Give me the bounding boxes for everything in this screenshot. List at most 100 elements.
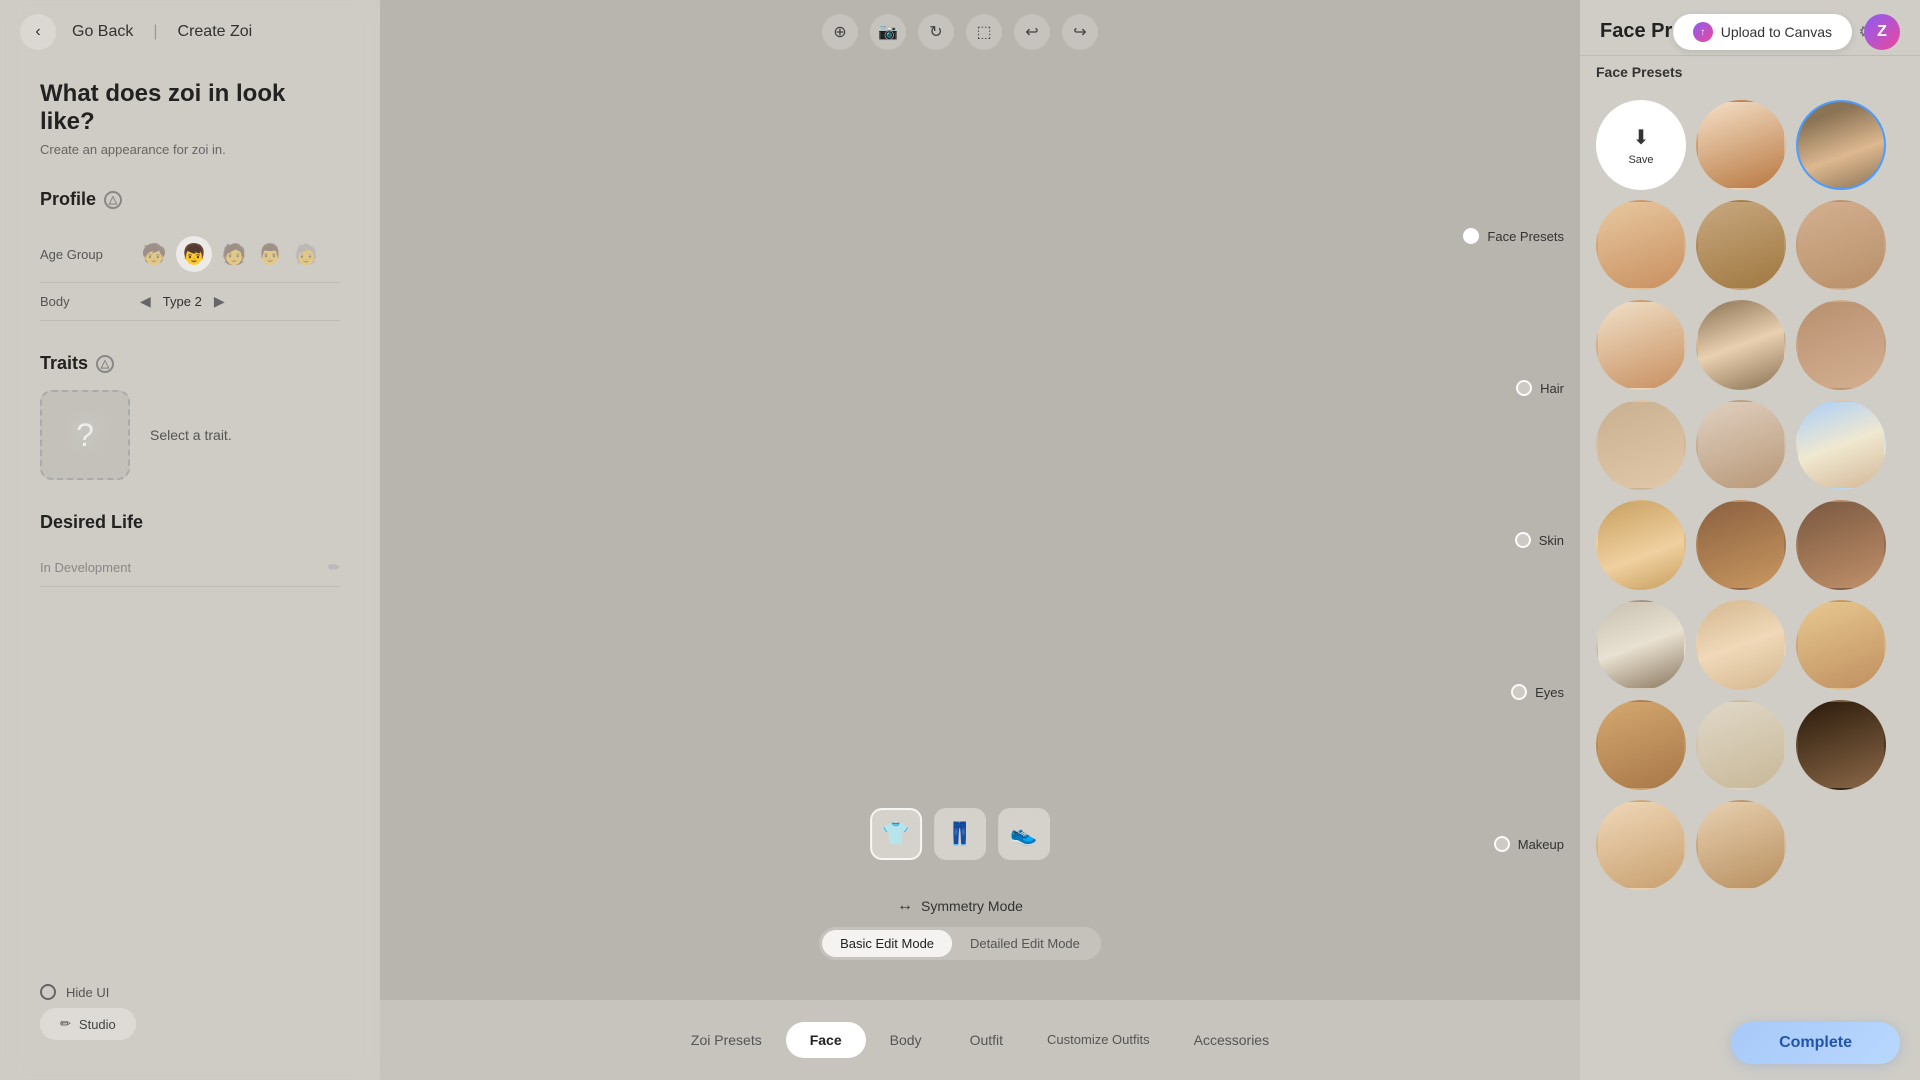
toolbar: ⊕ 📷 ↻ ⬚ ↩ ↪ xyxy=(822,14,1098,50)
body-next-button[interactable]: ▶ xyxy=(214,293,225,310)
presets-row-3 xyxy=(1596,300,1904,390)
preset-item-4[interactable] xyxy=(1696,200,1786,290)
preset-save-button[interactable]: ⬇ Save xyxy=(1596,100,1686,190)
studio-button[interactable]: ✏ Studio xyxy=(40,1008,136,1040)
preset-item-5[interactable] xyxy=(1796,200,1886,290)
hair-label: Hair xyxy=(1540,381,1564,396)
preset-item-2[interactable] xyxy=(1796,100,1886,190)
basic-edit-mode-tab[interactable]: Basic Edit Mode xyxy=(822,930,952,957)
rotate-button[interactable]: ↻ xyxy=(918,14,954,50)
presets-row-4 xyxy=(1596,400,1904,490)
outfit-thumb-shirt[interactable]: 👕 xyxy=(870,808,922,860)
presets-row-1: ⬇ Save xyxy=(1596,100,1904,190)
preset-item-3[interactable] xyxy=(1596,200,1686,290)
symmetry-icon: ↔ xyxy=(897,897,913,915)
eyes-label: Eyes xyxy=(1535,685,1564,700)
mode-controls: ↔ Symmetry Mode Basic Edit Mode Detailed… xyxy=(819,897,1101,960)
detailed-edit-mode-tab[interactable]: Detailed Edit Mode xyxy=(952,930,1098,957)
profile-section-title: Profile △ xyxy=(40,189,340,210)
preset-item-18[interactable] xyxy=(1596,700,1686,790)
preset-item-17[interactable] xyxy=(1796,600,1886,690)
age-figure-2[interactable]: 👦 xyxy=(176,236,212,272)
floating-label-skin[interactable]: Skin xyxy=(1515,532,1564,548)
preset-item-8[interactable] xyxy=(1796,300,1886,390)
floating-label-hair[interactable]: Hair xyxy=(1516,380,1564,396)
traits-section-title: Traits △ xyxy=(40,353,340,374)
save-icon: ⬇ xyxy=(1633,125,1650,150)
skin-dot xyxy=(1515,532,1531,548)
traits-warning-icon: △ xyxy=(96,355,114,373)
age-group-row: Age Group 🧒 👦 🧑 👨 🧓 xyxy=(40,226,340,283)
desired-life-edit-icon[interactable]: ✏ xyxy=(328,559,340,576)
preset-item-14[interactable] xyxy=(1796,500,1886,590)
outfit-thumbnails: 👕 👖 👟 xyxy=(870,808,1050,860)
preset-item-9[interactable] xyxy=(1596,400,1686,490)
header-divider: | xyxy=(153,23,157,41)
body-selector: ◀ Type 2 ▶ xyxy=(140,293,225,310)
traits-section: Traits △ ? Select a trait. xyxy=(40,353,340,480)
desired-life-section: Desired Life In Development ✏ xyxy=(40,512,340,587)
age-figure-5[interactable]: 🧓 xyxy=(292,236,320,272)
preset-item-11[interactable] xyxy=(1796,400,1886,490)
hide-ui-toggle[interactable]: Hide UI xyxy=(40,984,109,1000)
makeup-dot xyxy=(1494,836,1510,852)
frame-button[interactable]: ⬚ xyxy=(966,14,1002,50)
preset-item-13[interactable] xyxy=(1696,500,1786,590)
studio-label: Studio xyxy=(79,1017,116,1032)
preset-item-15[interactable] xyxy=(1596,600,1686,690)
trait-placeholder[interactable]: ? xyxy=(40,390,130,480)
age-figure-1[interactable]: 🧒 xyxy=(140,236,168,272)
complete-button[interactable]: Complete xyxy=(1731,1022,1900,1064)
preset-item-6[interactable] xyxy=(1596,300,1686,390)
tab-body[interactable]: Body xyxy=(866,1022,946,1058)
preset-item-12[interactable] xyxy=(1596,500,1686,590)
back-button[interactable]: ‹ xyxy=(20,14,56,50)
outfit-thumb-shoes[interactable]: 👟 xyxy=(998,808,1050,860)
floating-label-eyes[interactable]: Eyes xyxy=(1511,684,1564,700)
user-avatar[interactable]: Z xyxy=(1864,14,1900,50)
desired-life-value: In Development ✏ xyxy=(40,549,340,587)
preset-item-21[interactable] xyxy=(1596,800,1686,890)
upload-to-canvas-button[interactable]: ↑ Upload to Canvas xyxy=(1673,14,1852,50)
undo-button[interactable]: ↩ xyxy=(1014,14,1050,50)
preset-item-22[interactable] xyxy=(1696,800,1786,890)
save-label: Save xyxy=(1628,154,1653,166)
preset-item-20[interactable] xyxy=(1796,700,1886,790)
preset-item-1[interactable] xyxy=(1696,100,1786,190)
hide-ui-label: Hide UI xyxy=(66,985,109,1000)
presets-row-6 xyxy=(1596,600,1904,690)
preset-item-16[interactable] xyxy=(1696,600,1786,690)
header: ‹ Go Back | Create Zoi ⊕ 📷 ↻ ⬚ ↩ ↪ ↑ Upl… xyxy=(0,0,1920,64)
symmetry-label: Symmetry Mode xyxy=(921,898,1023,914)
floating-label-face-presets[interactable]: Face Presets xyxy=(1463,228,1564,244)
redo-button[interactable]: ↪ xyxy=(1062,14,1098,50)
profile-warning-icon: △ xyxy=(104,191,122,209)
skin-label: Skin xyxy=(1539,533,1564,548)
age-figure-3[interactable]: 🧑 xyxy=(220,236,248,272)
floating-label-makeup[interactable]: Makeup xyxy=(1494,836,1564,852)
outfit-thumb-pants[interactable]: 👖 xyxy=(934,808,986,860)
preset-item-10[interactable] xyxy=(1696,400,1786,490)
page-heading: What does zoi in look like? xyxy=(40,80,340,136)
preset-item-19[interactable] xyxy=(1696,700,1786,790)
hide-ui-circle xyxy=(40,984,56,1000)
eyes-dot xyxy=(1511,684,1527,700)
camera-button[interactable]: 📷 xyxy=(870,14,906,50)
tab-customize-outfits[interactable]: Customize Outfits xyxy=(1027,1026,1170,1055)
page-subheading: Create an appearance for zoi in. xyxy=(40,142,340,157)
tab-zoi-presets[interactable]: Zoi Presets xyxy=(667,1022,786,1058)
tab-outfit[interactable]: Outfit xyxy=(946,1022,1027,1058)
symmetry-mode-toggle[interactable]: ↔ Symmetry Mode xyxy=(897,897,1023,915)
presets-row-2 xyxy=(1596,200,1904,290)
preset-item-7[interactable] xyxy=(1696,300,1786,390)
face-presets-dot xyxy=(1463,228,1479,244)
tab-accessories[interactable]: Accessories xyxy=(1170,1022,1293,1058)
transform-tool-button[interactable]: ⊕ xyxy=(822,14,858,50)
tab-face[interactable]: Face xyxy=(786,1022,866,1058)
edit-mode-tabs: Basic Edit Mode Detailed Edit Mode xyxy=(819,927,1101,960)
profile-section: Profile △ Age Group 🧒 👦 🧑 👨 🧓 Body ◀ Typ… xyxy=(40,189,340,321)
header-right: ↑ Upload to Canvas Z xyxy=(1673,14,1900,50)
age-figure-4[interactable]: 👨 xyxy=(256,236,284,272)
right-panel: Face Presets △ 🗑 ⇅ ⚙ ✕ Face Presets ⬇ Sa… xyxy=(1580,0,1920,1080)
body-prev-button[interactable]: ◀ xyxy=(140,293,151,310)
